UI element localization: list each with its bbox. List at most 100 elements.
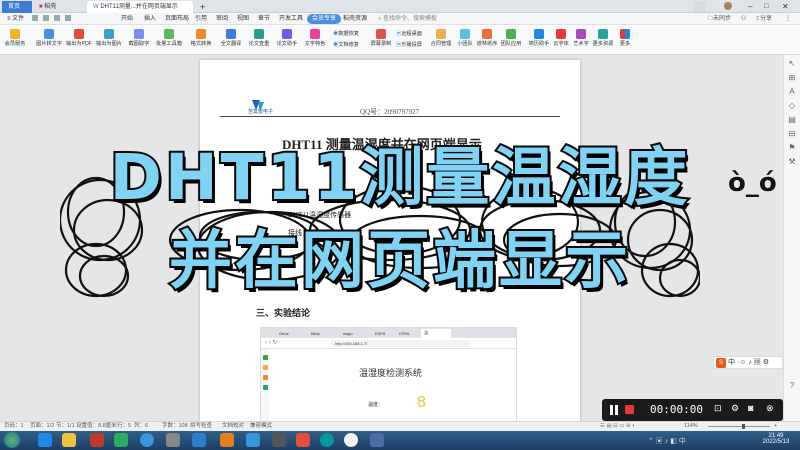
share-button[interactable]: ⇪分享 bbox=[752, 13, 775, 25]
menu-view[interactable]: 视图 bbox=[234, 13, 252, 25]
menu-start[interactable]: 开始 bbox=[118, 13, 136, 25]
wps-taskbar-icon[interactable] bbox=[296, 433, 310, 447]
shape-icon[interactable]: ◇ bbox=[787, 101, 797, 111]
ribbon-text-features[interactable]: 文字特色 bbox=[302, 28, 328, 54]
explorer-icon[interactable] bbox=[62, 433, 76, 447]
ribbon-thesis[interactable]: 论文助手 bbox=[274, 28, 300, 54]
record-settings-icon[interactable]: ⚙ bbox=[731, 403, 739, 414]
close-button[interactable]: ✕ bbox=[782, 1, 789, 12]
print-icon[interactable] bbox=[42, 15, 49, 21]
quick-access-toolbar[interactable] bbox=[32, 15, 102, 23]
ribbon-more[interactable]: 更多 bbox=[612, 28, 638, 54]
ribbon-paper-order[interactable]: 道林纸序 bbox=[474, 28, 500, 54]
save-icon[interactable] bbox=[32, 15, 38, 21]
cursor-icon[interactable]: ↖ bbox=[787, 59, 797, 69]
app-grey-icon[interactable] bbox=[166, 433, 180, 447]
sync-status[interactable]: ☁未同步 bbox=[704, 13, 734, 25]
menu-references[interactable]: 引用 bbox=[192, 13, 210, 25]
ribbon-doc-repair[interactable]: ◉文档修复 bbox=[333, 40, 365, 50]
system-tray-icons[interactable]: ⌃ ▣ ♪ ◧ 中 bbox=[648, 436, 686, 446]
app-dark-icon[interactable] bbox=[272, 433, 286, 447]
collaborate-icon[interactable]: ⚇ bbox=[738, 13, 749, 25]
menu-developer[interactable]: 开发工具 bbox=[276, 13, 306, 25]
ribbon-screenshot-ocr[interactable]: 截图取字 bbox=[126, 28, 152, 54]
pause-icon[interactable] bbox=[610, 405, 613, 415]
layout-icon[interactable]: ▤ bbox=[787, 115, 797, 125]
menu-insert[interactable]: 插入 bbox=[141, 13, 159, 25]
ribbon-batch-tools[interactable]: 批量工具箱 bbox=[156, 28, 182, 54]
menu-member[interactable]: 会员专享 bbox=[307, 14, 342, 24]
tab-home[interactable]: 首页 bbox=[2, 1, 32, 13]
menu-docer-resources[interactable]: 稻壳资源 bbox=[340, 13, 370, 25]
new-tab-button[interactable]: + bbox=[194, 1, 211, 13]
zoom-slider-handle[interactable] bbox=[742, 424, 745, 429]
thesis-icon bbox=[282, 29, 292, 39]
zoom-level[interactable]: 114% bbox=[684, 422, 698, 431]
flash-icon[interactable] bbox=[220, 433, 234, 447]
status-proofread[interactable]: 文档校对 bbox=[222, 422, 244, 431]
ribbon-screen-record[interactable]: 屏幕录制 bbox=[368, 28, 394, 54]
ribbon-contract[interactable]: 合同管理 bbox=[428, 28, 454, 54]
stop-record-button[interactable] bbox=[625, 405, 634, 414]
ribbon-export-pdf[interactable]: 输出为PDF bbox=[66, 28, 92, 54]
menu-review[interactable]: 审阅 bbox=[213, 13, 231, 25]
temperature-label: 温度： bbox=[368, 402, 384, 408]
ribbon-label: 会员服务 bbox=[4, 41, 26, 47]
browser-sidebar bbox=[261, 349, 269, 421]
maximize-button[interactable]: □ bbox=[764, 1, 768, 12]
ribbon-label: 艺术字 bbox=[573, 41, 589, 47]
minimize-button[interactable]: – bbox=[748, 1, 752, 12]
help-icon[interactable]: ? bbox=[787, 381, 797, 391]
status-word-count[interactable]: 字数：108 bbox=[162, 422, 188, 431]
menu-page-layout[interactable]: 页面布局 bbox=[162, 13, 192, 25]
sogou-ime-icon[interactable]: S bbox=[716, 358, 726, 368]
menu-chapter[interactable]: 章节 bbox=[255, 13, 273, 25]
record-close-icon[interactable]: ⊗ bbox=[766, 403, 774, 414]
app-blue-icon[interactable] bbox=[370, 433, 384, 447]
style-icon[interactable]: A bbox=[787, 87, 797, 97]
tab-docer[interactable]: ■ 稻壳 bbox=[33, 1, 85, 13]
ribbon-remote-desktop[interactable]: ▣远程桌面 bbox=[396, 29, 430, 39]
ribbon-data-recovery[interactable]: ◉数据恢复 bbox=[333, 29, 365, 39]
ribbon-image-to-text[interactable]: 图片转文字 bbox=[36, 28, 62, 54]
arduino-icon[interactable] bbox=[320, 433, 334, 447]
command-search[interactable]: ⌕ 查找命令、搜索模板 bbox=[375, 13, 440, 25]
status-spell-check[interactable]: 拼写检查 bbox=[190, 422, 212, 431]
media-player-icon[interactable] bbox=[114, 433, 128, 447]
format-icon[interactable]: ⊞ bbox=[787, 73, 797, 83]
ribbon-translate[interactable]: 全文翻译 bbox=[218, 28, 244, 54]
avatar[interactable] bbox=[724, 2, 732, 10]
camera-icon[interactable]: ◙ bbox=[748, 403, 753, 413]
ribbon-member-service[interactable]: 会员服务 bbox=[2, 28, 28, 54]
more-menu-icon[interactable]: ⋮ bbox=[782, 13, 794, 25]
tab-document[interactable]: W DHT11测量...并在网页端显示 bbox=[87, 1, 193, 13]
ribbon-label: 小团队 bbox=[457, 41, 473, 47]
sidebar-app-icon bbox=[262, 385, 268, 390]
visual-studio-icon[interactable] bbox=[192, 433, 206, 447]
ime-toolbar[interactable]: S中 ·☺ ♪ ▦ ⚙ bbox=[713, 356, 783, 369]
clock[interactable]: 21:49 2022/5/13 bbox=[760, 433, 792, 445]
app-red-icon[interactable] bbox=[90, 433, 104, 447]
zoom-slider[interactable] bbox=[708, 426, 770, 427]
view-mode-icons[interactable]: ☰ ▤ ⊟ ▭ ⊕ ◐ bbox=[600, 422, 636, 431]
file-menu[interactable]: ≡ 文件 bbox=[4, 13, 27, 25]
logo-text: 苦莫雷电子 bbox=[248, 109, 274, 115]
chrome-icon[interactable] bbox=[344, 433, 358, 447]
ribbon-export-image[interactable]: 输出为图片 bbox=[96, 28, 122, 54]
undo-icon[interactable] bbox=[53, 15, 60, 21]
redo-icon[interactable] bbox=[64, 15, 71, 21]
zoom-in-icon[interactable]: + bbox=[774, 422, 777, 431]
bird-app-icon[interactable] bbox=[246, 433, 260, 447]
font-icon bbox=[556, 29, 566, 39]
ribbon-plagiarism[interactable]: 论文查重 bbox=[246, 28, 272, 54]
record-region-icon[interactable]: ⊡ bbox=[714, 403, 722, 414]
table-icon[interactable]: ⊟ bbox=[787, 129, 797, 139]
window-switch-icon[interactable] bbox=[694, 1, 706, 12]
app-k-icon[interactable] bbox=[140, 433, 154, 447]
ribbon-cast[interactable]: ▣乐播投屏 bbox=[396, 40, 430, 50]
ie-icon[interactable] bbox=[38, 433, 52, 447]
start-button[interactable] bbox=[4, 432, 20, 448]
ribbon-team-apps[interactable]: 团队应用 bbox=[498, 28, 524, 54]
paper-icon bbox=[482, 29, 492, 39]
ribbon-format-convert[interactable]: 格式转换 bbox=[188, 28, 214, 54]
